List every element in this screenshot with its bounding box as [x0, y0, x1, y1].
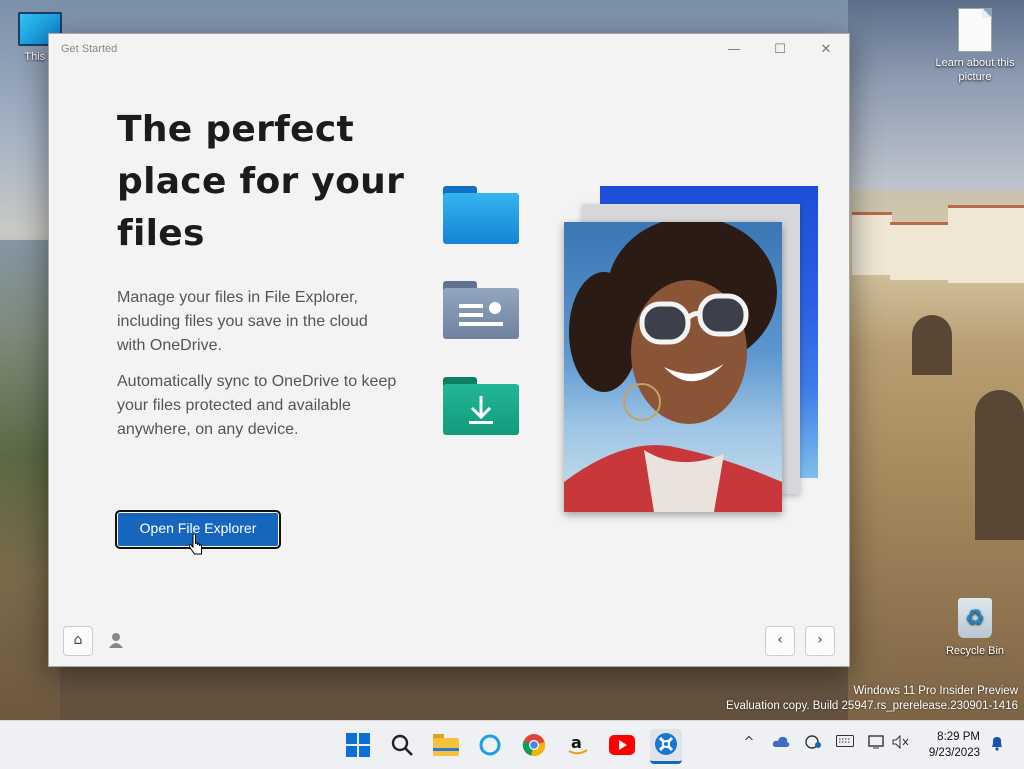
description-paragraph: Manage your files in File Explorer, incl… — [117, 289, 368, 354]
chrome-taskbar-button[interactable] — [518, 729, 550, 761]
desktop-icon-learn-about-picture[interactable]: Learn about this picture — [935, 8, 1015, 84]
desktop-icon-recycle-bin[interactable]: ♻ Recycle Bin — [935, 598, 1015, 658]
hand-cursor-icon — [189, 534, 202, 555]
cloud-icon — [772, 736, 790, 747]
document-lines-icon — [459, 302, 503, 326]
show-hidden-icons-button[interactable]: ^ — [738, 735, 760, 755]
wallpaper-building — [890, 222, 950, 280]
woman-portrait-illustration — [564, 222, 782, 512]
search-button[interactable] — [386, 729, 418, 761]
next-button[interactable]: › — [805, 626, 835, 656]
volume-tray-button[interactable] — [890, 734, 912, 755]
watermark-line: Evaluation copy. Build 25947.rs_prerelea… — [726, 700, 1018, 712]
chevron-right-icon: › — [817, 632, 823, 648]
display-tray-button[interactable] — [866, 735, 888, 755]
monitor-small-icon — [868, 735, 884, 749]
clock-time: 8:29 PM — [937, 731, 980, 743]
amazon-icon: a — [568, 733, 588, 755]
cortana-taskbar-button[interactable] — [474, 729, 506, 761]
taskbar: a ^ 8:29 PM 9/23/2023 — [0, 720, 1024, 769]
chrome-icon — [522, 734, 546, 757]
globe-icon — [805, 735, 821, 749]
blue-folder-icon — [443, 186, 519, 244]
wallpaper-building — [948, 205, 1024, 283]
bell-icon — [992, 737, 1002, 751]
get-started-taskbar-button[interactable] — [650, 729, 682, 764]
onedrive-tray-button[interactable] — [770, 735, 792, 755]
file-explorer-taskbar-button[interactable] — [430, 729, 462, 761]
notifications-button[interactable] — [986, 735, 1008, 755]
get-started-icon — [655, 733, 677, 755]
speaker-muted-icon — [892, 734, 909, 750]
title-bar[interactable]: Get Started — ☐ ✕ — [49, 34, 849, 66]
document-icon — [958, 8, 992, 52]
cortana-icon — [479, 734, 501, 756]
green-download-folder-icon — [443, 377, 519, 435]
home-button[interactable]: ⌂ — [63, 626, 93, 656]
youtube-icon — [609, 735, 635, 755]
network-status-tray-button[interactable] — [802, 735, 824, 755]
description-paragraph: Automatically sync to OneDrive to keep y… — [117, 373, 397, 438]
start-button[interactable] — [342, 729, 374, 761]
close-button[interactable]: ✕ — [803, 34, 849, 66]
wallpaper-building — [852, 212, 892, 275]
chevron-left-icon: ‹ — [777, 632, 783, 648]
minimize-button[interactable]: — — [711, 34, 757, 66]
search-icon — [391, 734, 413, 756]
svg-text:a: a — [571, 733, 582, 752]
touch-keyboard-button[interactable] — [834, 735, 856, 755]
clock-date: 9/23/2023 — [928, 747, 980, 759]
keyboard-icon — [836, 735, 854, 747]
chevron-up-icon: ^ — [743, 735, 755, 750]
wallpaper-arch — [912, 315, 952, 375]
windows-logo-icon — [346, 733, 370, 757]
get-started-window: Get Started — ☐ ✕ The perfect place for … — [48, 33, 850, 667]
recycle-bin-icon: ♻ — [958, 598, 992, 638]
wallpaper-arch — [975, 390, 1024, 540]
maximize-button[interactable]: ☐ — [757, 34, 803, 66]
amazon-taskbar-button[interactable]: a — [562, 729, 594, 761]
back-button[interactable]: ‹ — [765, 626, 795, 656]
desktop-icon-label: Learn about this picture — [935, 57, 1015, 83]
evaluation-watermark: Windows 11 Pro Insider Preview Evaluatio… — [726, 684, 1018, 714]
folder-icon — [433, 734, 459, 756]
page-heading: The perfect place for your files — [117, 109, 405, 254]
download-arrow-icon — [469, 396, 493, 424]
person-icon — [109, 633, 123, 648]
woman-photo — [564, 222, 782, 512]
account-button[interactable] — [109, 632, 123, 648]
system-clock[interactable]: 8:29 PM 9/23/2023 — [929, 729, 980, 761]
window-title: Get Started — [61, 43, 118, 55]
gray-document-folder-icon — [443, 281, 519, 339]
watermark-line: Windows 11 Pro Insider Preview — [853, 685, 1018, 697]
youtube-taskbar-button[interactable] — [606, 729, 638, 761]
desktop-icon-label: Recycle Bin — [945, 645, 1005, 657]
home-icon: ⌂ — [73, 632, 83, 648]
